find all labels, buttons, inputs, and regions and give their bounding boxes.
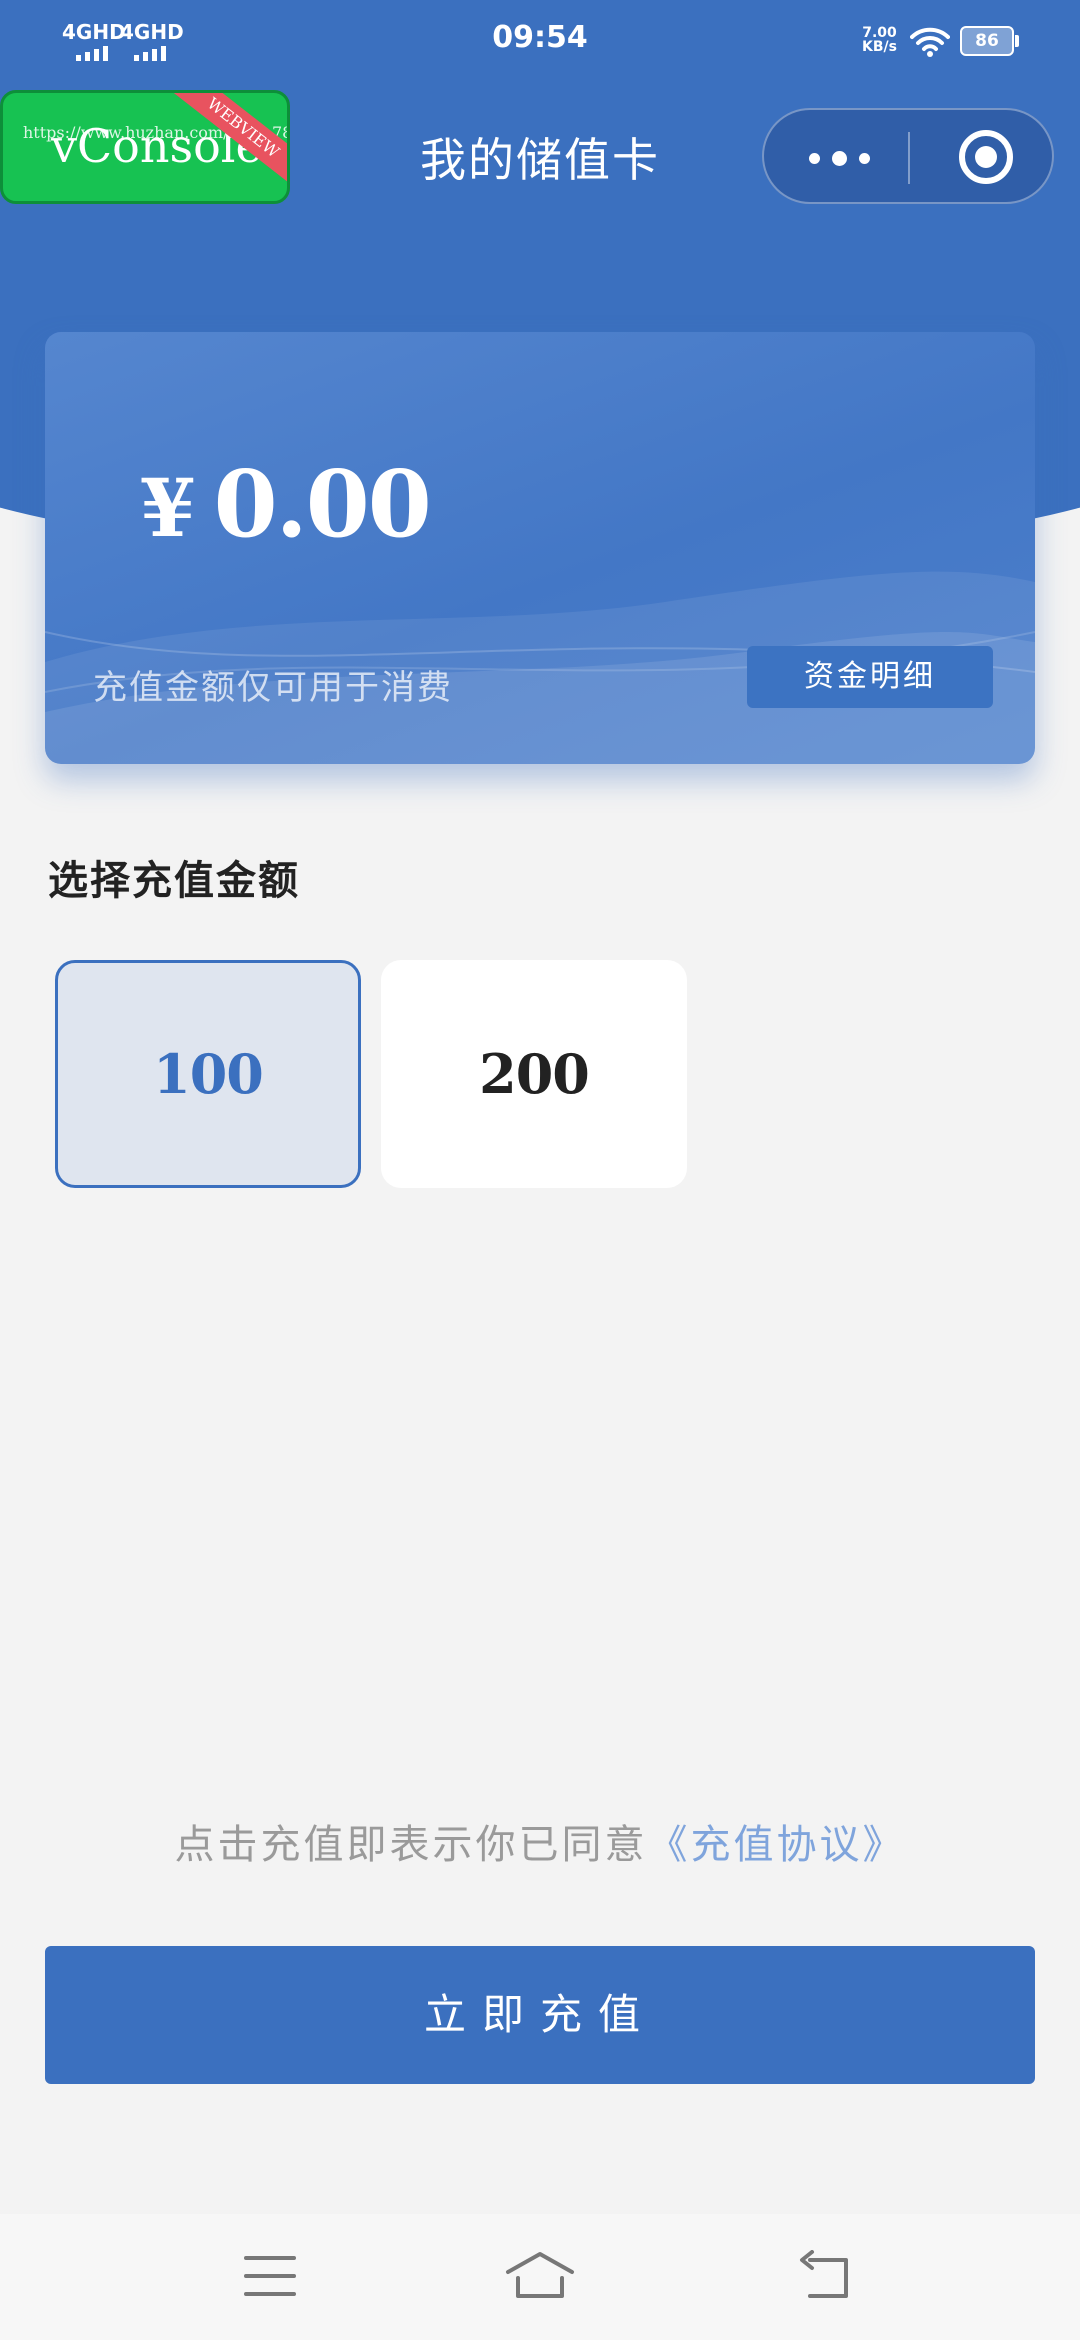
miniprogram-capsule bbox=[762, 108, 1054, 204]
status-bar: 4GHD 4GHD 09:54 7.00 KB/s 86 bbox=[0, 0, 1080, 80]
recharge-now-button[interactable]: 立即充值 bbox=[45, 1946, 1035, 2084]
section-title: 选择充值金额 bbox=[48, 857, 300, 904]
network-speed: 7.00 KB/s bbox=[862, 26, 897, 54]
network-speed-value: 7.00 bbox=[862, 25, 897, 41]
back-icon[interactable] bbox=[796, 2250, 852, 2302]
amount-option-100[interactable]: 100 bbox=[55, 960, 361, 1188]
system-nav-bar bbox=[0, 2214, 1080, 2340]
capsule-divider bbox=[908, 132, 910, 184]
agreement-text: 点击充值即表示你已同意 bbox=[174, 1822, 648, 1868]
currency-symbol: ¥ bbox=[140, 461, 196, 555]
amount-options: 100 200 bbox=[55, 960, 687, 1188]
battery-level: 86 bbox=[975, 31, 999, 51]
agreement-notice: 点击充值即表示你已同意《充值协议》 bbox=[0, 1812, 1080, 1870]
menu-icon[interactable] bbox=[244, 2256, 296, 2296]
battery-icon: 86 bbox=[960, 26, 1020, 56]
vconsole-button[interactable]: vConsole https://www.huzhan.com/ishop785… bbox=[0, 90, 290, 204]
page: 4GHD 4GHD 09:54 7.00 KB/s 86 我的储值卡 vCons… bbox=[0, 0, 1080, 2340]
more-icon[interactable] bbox=[804, 146, 874, 170]
fund-details-button[interactable]: 资金明细 bbox=[747, 646, 993, 708]
balance-note: 充值金额仅可用于消费 bbox=[93, 668, 453, 708]
agreement-link[interactable]: 《充值协议》 bbox=[648, 1822, 906, 1868]
amount-option-200[interactable]: 200 bbox=[381, 960, 687, 1188]
balance-display: ¥0.00 bbox=[140, 450, 432, 558]
close-icon[interactable] bbox=[959, 130, 1013, 184]
wifi-icon bbox=[910, 27, 950, 57]
network-speed-unit: KB/s bbox=[862, 39, 897, 55]
balance-amount: 0.00 bbox=[213, 450, 432, 558]
home-icon[interactable] bbox=[504, 2250, 576, 2300]
balance-card: ¥0.00 充值金额仅可用于消费 资金明细 bbox=[45, 332, 1035, 764]
